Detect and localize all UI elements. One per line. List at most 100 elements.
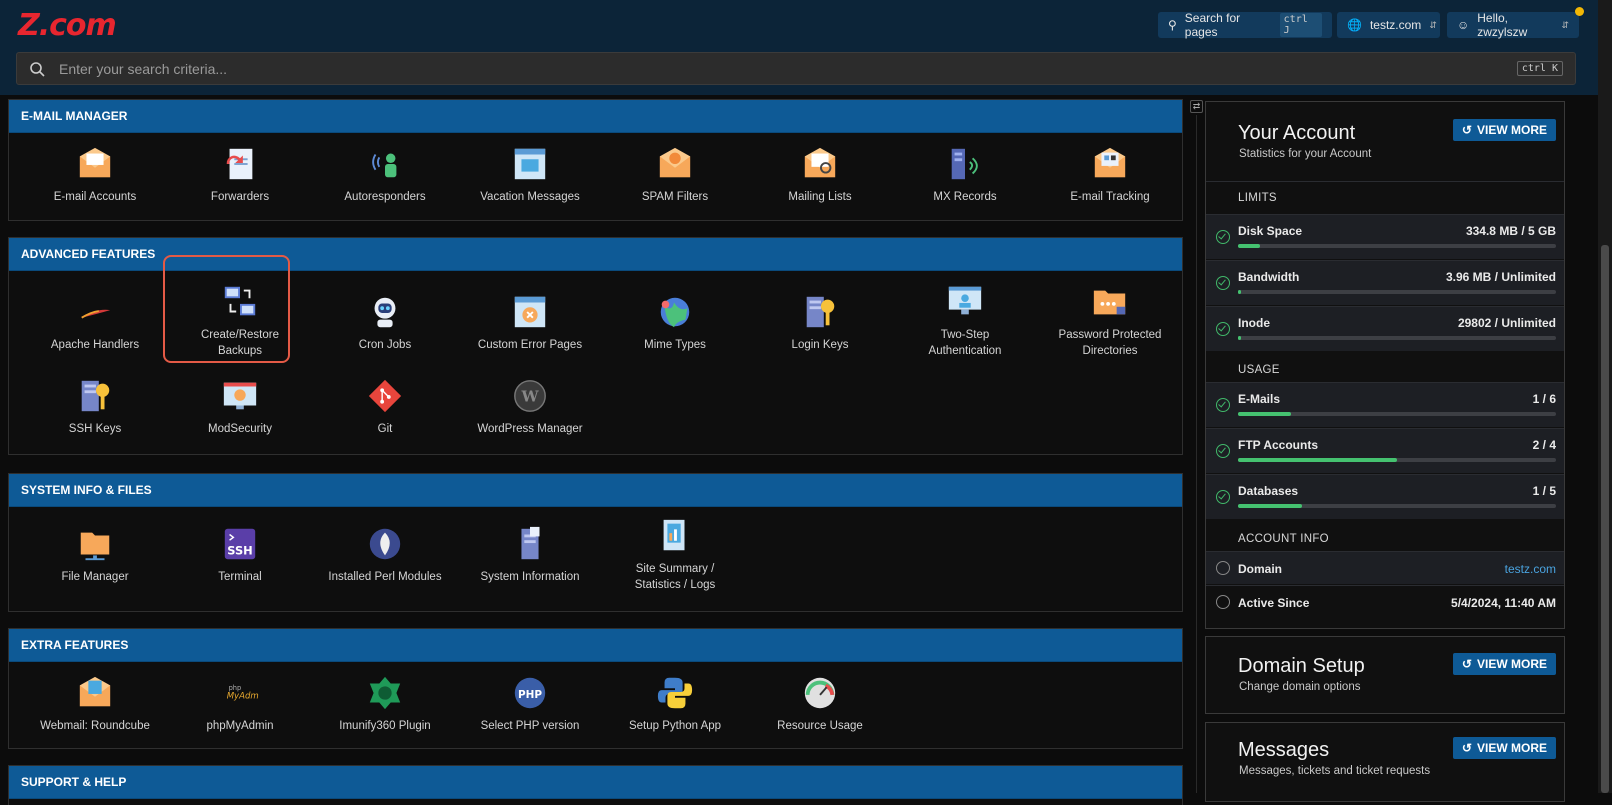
usage-row-ftp-accounts: FTP Accounts 2 / 4 bbox=[1206, 428, 1564, 473]
tile-forwarders[interactable]: Forwarders bbox=[168, 145, 312, 205]
monitor-user-icon bbox=[948, 286, 982, 315]
tile-password-protected-directories[interactable]: Password Protected Directories bbox=[1038, 283, 1182, 359]
section-title: EXTRA FEATURES bbox=[9, 629, 1182, 662]
error-page-icon bbox=[514, 296, 546, 328]
info-row-active-since: Active Since 5/4/2024, 11:40 AM bbox=[1206, 585, 1564, 618]
tile-autoresponders[interactable]: Autoresponders bbox=[313, 145, 457, 205]
tile-mx-records[interactable]: MX Records bbox=[893, 145, 1037, 205]
tile-label: Mime Types bbox=[644, 339, 706, 351]
tile-two-step-authentication[interactable]: Two-Step Authentication bbox=[893, 283, 1037, 359]
section-extra-features: EXTRA FEATURES Webmail: Roundcube php MyA… bbox=[8, 628, 1183, 749]
tile-label: Site Summary / Statistics / Logs bbox=[634, 563, 716, 591]
view-more-label: VIEW MORE bbox=[1476, 741, 1547, 755]
tile-installed-perl-modules[interactable]: Installed Perl Modules bbox=[313, 525, 457, 585]
search-icon bbox=[30, 61, 45, 77]
tile-spam-filters[interactable]: SPAM Filters bbox=[603, 145, 747, 205]
check-circle-icon bbox=[1216, 444, 1230, 458]
section-title: E-MAIL MANAGER bbox=[9, 100, 1182, 133]
external-link-icon: ↺ bbox=[1461, 123, 1472, 137]
tile-cron-jobs[interactable]: Cron Jobs bbox=[313, 293, 457, 353]
search-input[interactable]: Enter your search criteria... bbox=[59, 61, 1517, 77]
tile-webmail-roundcube[interactable]: Webmail: Roundcube bbox=[23, 674, 167, 734]
progress-fill bbox=[1238, 336, 1242, 340]
email-tracking-icon bbox=[1094, 147, 1126, 178]
domain-selector[interactable]: 🌐 testz.com ⇵ bbox=[1337, 12, 1440, 38]
panel-subtitle: Change domain options bbox=[1239, 681, 1361, 693]
info-name: Domain bbox=[1238, 562, 1283, 576]
chevron-updown-icon: ⇵ bbox=[1561, 19, 1569, 30]
usage-row-emails: E-Mails 1 / 6 bbox=[1206, 382, 1564, 427]
tile-custom-error-pages[interactable]: Custom Error Pages bbox=[458, 293, 602, 353]
tile-mime-types[interactable]: Mime Types bbox=[603, 293, 747, 353]
tile-phpmyadmin[interactable]: phpMyAdmin phpMyAdmin bbox=[168, 674, 312, 734]
check-circle-icon bbox=[1216, 398, 1230, 412]
tile-label: Login Keys bbox=[791, 339, 849, 351]
panel-title: Your Account bbox=[1238, 122, 1356, 144]
tile-label: Custom Error Pages bbox=[477, 339, 583, 351]
divider bbox=[1196, 115, 1197, 793]
view-more-button[interactable]: ↺ VIEW MORE bbox=[1452, 737, 1556, 759]
tile-setup-python-app[interactable]: Setup Python App bbox=[603, 674, 747, 734]
tile-label: Imunify360 Plugin bbox=[339, 720, 431, 732]
tile-label: Terminal bbox=[218, 571, 262, 583]
tile-apache-handlers[interactable]: Apache Handlers bbox=[23, 293, 167, 353]
search-pages-button[interactable]: ⚲ Search for pages ctrl J bbox=[1158, 11, 1332, 39]
envelope-icon bbox=[79, 147, 111, 178]
tile-terminal[interactable]: SSH Terminal bbox=[168, 525, 312, 585]
tile-label: phpMyAdmin bbox=[206, 720, 274, 732]
brand-logo[interactable]: Z.com bbox=[18, 8, 117, 43]
tile-file-manager[interactable]: File Manager bbox=[23, 525, 167, 585]
limit-name: Bandwidth bbox=[1238, 270, 1300, 284]
limit-name: Disk Space bbox=[1238, 224, 1303, 238]
tile-label: System Information bbox=[480, 571, 580, 583]
user-menu[interactable]: ☺ Hello, zwzylszw ⇵ bbox=[1447, 11, 1579, 39]
scrollbar-thumb[interactable] bbox=[1601, 245, 1609, 793]
limits-heading: LIMITS bbox=[1238, 192, 1277, 204]
tile-label: Vacation Messages bbox=[480, 191, 580, 203]
tile-label: Mailing Lists bbox=[788, 191, 852, 203]
tile-label: Select PHP version bbox=[480, 720, 580, 732]
panel-subtitle: Statistics for your Account bbox=[1239, 148, 1372, 160]
mime-globe-icon bbox=[660, 297, 690, 328]
highlight-box bbox=[163, 255, 290, 363]
tile-imunify360-plugin[interactable]: Imunify360 Plugin bbox=[313, 674, 457, 734]
git-icon bbox=[368, 379, 402, 413]
check-circle-icon bbox=[1216, 230, 1230, 244]
info-name: Active Since bbox=[1238, 596, 1310, 610]
domain-link[interactable]: testz.com bbox=[1505, 562, 1556, 576]
tile-modsecurity[interactable]: ModSecurity bbox=[168, 377, 312, 437]
tile-label: SSH Keys bbox=[68, 423, 122, 435]
tile-email-accounts[interactable]: E-mail Accounts bbox=[23, 145, 167, 205]
progress-bar bbox=[1238, 458, 1556, 462]
tile-mailing-lists[interactable]: Mailing Lists bbox=[748, 145, 892, 205]
progress-fill bbox=[1238, 244, 1261, 248]
tile-system-information[interactable]: System Information bbox=[458, 525, 602, 585]
tile-wordpress-manager[interactable]: W WordPress Manager bbox=[458, 377, 602, 437]
tile-login-keys[interactable]: Login Keys bbox=[748, 293, 892, 353]
view-more-button[interactable]: ↺ VIEW MORE bbox=[1452, 119, 1556, 141]
progress-bar bbox=[1238, 504, 1556, 508]
info-value: 5/4/2024, 11:40 AM bbox=[1451, 596, 1556, 610]
tile-label: MX Records bbox=[933, 191, 997, 203]
spam-filter-icon bbox=[659, 147, 691, 178]
tile-ssh-keys[interactable]: SSH Keys bbox=[23, 377, 167, 437]
tile-select-php-version[interactable]: PHP Select PHP version bbox=[458, 674, 602, 734]
domain-setup-panel: Domain Setup Change domain options ↺ VIE… bbox=[1205, 636, 1565, 714]
collapse-toggle-icon[interactable]: ⇄ bbox=[1190, 100, 1203, 113]
view-more-button[interactable]: ↺ VIEW MORE bbox=[1452, 653, 1556, 675]
search-bar[interactable]: Enter your search criteria... ctrl K bbox=[16, 52, 1576, 85]
tile-label: Git bbox=[377, 423, 393, 435]
forward-document-icon bbox=[226, 148, 253, 180]
tile-resource-usage[interactable]: Resource Usage bbox=[748, 674, 892, 734]
wordpress-icon: W bbox=[514, 380, 546, 412]
tile-label: SPAM Filters bbox=[641, 191, 709, 203]
tile-label: Setup Python App bbox=[628, 720, 722, 732]
robot-icon bbox=[374, 297, 396, 328]
tile-git[interactable]: Git bbox=[313, 377, 457, 437]
account-info-heading: ACCOUNT INFO bbox=[1238, 533, 1329, 545]
limit-name: Inode bbox=[1238, 316, 1270, 330]
tile-vacation-messages[interactable]: Vacation Messages bbox=[458, 145, 602, 205]
usage-name: E-Mails bbox=[1238, 392, 1281, 406]
tile-email-tracking[interactable]: E-mail Tracking bbox=[1038, 145, 1182, 205]
tile-site-summary-statistics-logs[interactable]: Site Summary / Statistics / Logs bbox=[603, 517, 747, 593]
